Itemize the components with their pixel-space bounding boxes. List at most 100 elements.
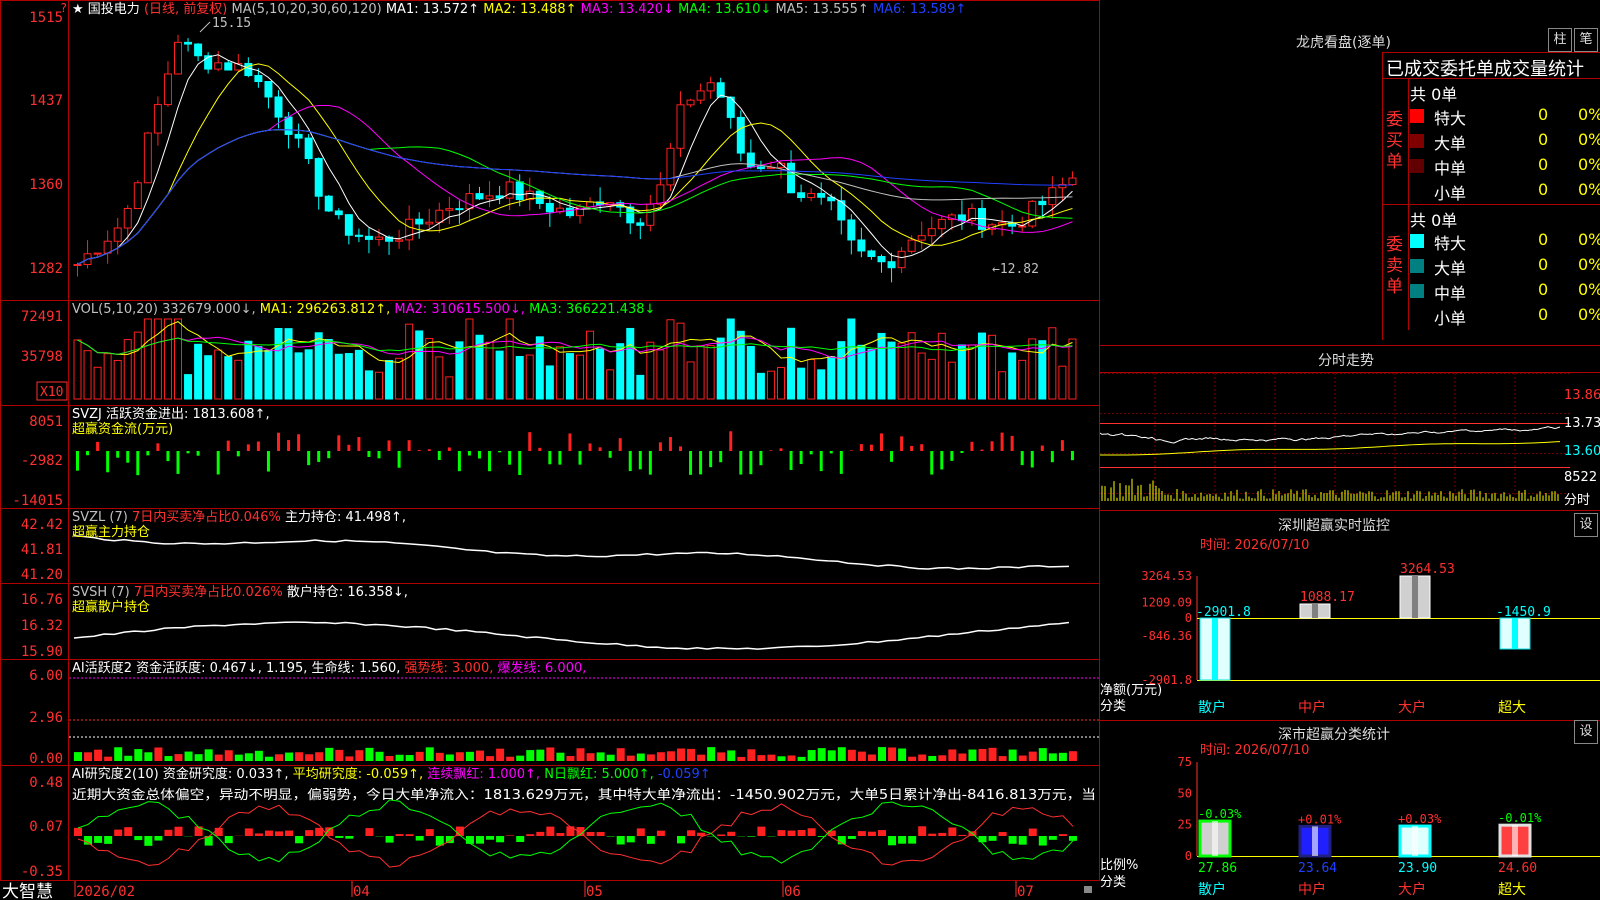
classify-pct: +0.01% <box>1298 812 1342 826</box>
research-bar <box>867 831 876 836</box>
volume-bar <box>837 341 846 400</box>
flow-bar <box>648 451 652 475</box>
order-pct: 0% <box>1578 280 1600 299</box>
flow-bar <box>357 437 361 451</box>
activity-bar <box>1058 752 1067 761</box>
order-pct: 0% <box>1578 105 1600 124</box>
flow-bar <box>719 451 723 463</box>
candle-body <box>304 137 313 160</box>
flow-bar <box>930 451 934 475</box>
flow-bar <box>327 451 331 459</box>
candle-body <box>807 192 816 199</box>
kline-chart-area[interactable]: 1515 1437 1360 1282 72491 35798 8051 -29… <box>0 0 1100 900</box>
research-bar <box>425 829 434 836</box>
flow-bar <box>397 451 401 468</box>
volume-bar <box>877 332 886 400</box>
ai2-header: AI研究度2(10) 资金研究度: 0.033↑, <box>72 766 289 782</box>
intraday-chart[interactable]: 13.86 13.73 13.60 8522 分时 <box>1100 373 1600 510</box>
flow-bar <box>739 451 743 475</box>
candle-body <box>857 239 866 252</box>
flow-bar <box>749 451 753 475</box>
volume-bar <box>204 355 213 400</box>
classify-value: 23.90 <box>1398 861 1437 876</box>
flow-bar <box>980 449 984 451</box>
y-tick: 0.48 <box>29 775 63 791</box>
candle-body <box>153 104 162 134</box>
activity-bar <box>445 754 454 761</box>
flow-bar <box>618 438 622 451</box>
activity-bar <box>315 752 324 761</box>
activity-bar <box>124 755 133 761</box>
volume-bar <box>555 346 564 400</box>
order-count: 0 <box>1538 155 1549 174</box>
volume-bar <box>455 341 464 400</box>
activity-bar <box>666 751 675 761</box>
stock-name: 国投电力 <box>88 1 140 17</box>
candle-body <box>686 99 695 106</box>
chart-mode[interactable]: (日线, 前复权) <box>144 1 227 17</box>
classify-value: 24.60 <box>1498 861 1537 876</box>
volume-bars <box>73 318 1077 400</box>
lock-icon[interactable] <box>1084 886 1092 893</box>
flow-bar <box>116 451 120 458</box>
activity-bar <box>656 752 665 761</box>
research-bar <box>335 836 344 838</box>
question-icon[interactable]: ? <box>60 1 67 15</box>
svsh-hold: 散户持仓: 16.358↓, <box>287 584 408 600</box>
flow-bar <box>427 449 431 451</box>
volume-bar <box>214 349 223 400</box>
candle-body <box>163 73 172 106</box>
classify-time: 时间: 2026/07/10 <box>1200 743 1309 758</box>
research-bar <box>1028 828 1037 836</box>
volume-bar <box>314 332 323 400</box>
y-tick: -0.35 <box>21 864 63 880</box>
y-tick: 0.07 <box>29 819 63 835</box>
flow-bar <box>196 451 200 456</box>
research-bar <box>978 836 987 843</box>
classify-y-tick: 25 <box>1178 818 1192 832</box>
y-tick: 42.42 <box>21 517 63 533</box>
research-bar <box>1018 836 1027 845</box>
volume-bar <box>726 318 735 400</box>
order-pct: 0% <box>1578 180 1600 199</box>
activity-bar <box>1038 748 1047 761</box>
candle-body <box>194 43 203 57</box>
order-row: 小单 0 0% <box>1410 305 1600 328</box>
candle-body <box>877 256 886 263</box>
candle-body <box>515 181 524 201</box>
flow-bar <box>769 450 773 451</box>
flow-bar <box>266 451 270 472</box>
activity-bar <box>687 748 696 761</box>
flow-bar <box>337 435 341 451</box>
svzl-ratio: 7日内买卖净占比0.046% <box>132 509 281 525</box>
research-bar <box>124 827 133 836</box>
volume-bar <box>354 349 363 400</box>
volume-bar <box>867 348 876 400</box>
activity-bar <box>1068 751 1077 761</box>
flow-bar <box>387 440 391 451</box>
volume-bar <box>445 376 454 400</box>
order-pct: 0% <box>1578 155 1600 174</box>
activity-bar <box>335 749 344 761</box>
volume-bar <box>565 353 574 400</box>
activity-bar <box>104 756 113 761</box>
monitor-bar-shade <box>1212 618 1218 680</box>
bar-view-button[interactable]: 柱 <box>1548 28 1572 52</box>
candle-body <box>696 90 705 101</box>
research-bar <box>365 828 374 836</box>
volume-bar <box>324 338 333 400</box>
flow-bar <box>216 451 220 475</box>
monitor-ylabel: 净额(万元) <box>1100 683 1162 698</box>
volume-bar <box>304 349 313 400</box>
volume-bar <box>83 350 92 400</box>
y-tick: 2.96 <box>29 710 63 726</box>
candle-body <box>907 239 916 252</box>
classify-settings-button[interactable]: 设 <box>1574 720 1598 744</box>
flow-bar <box>1000 432 1004 451</box>
flow-bar <box>588 443 592 451</box>
research-bar <box>988 836 997 841</box>
volume-bar <box>525 354 534 400</box>
candle-body <box>676 104 685 149</box>
tick-view-button[interactable]: 笔 <box>1574 28 1598 52</box>
activity-bar <box>345 756 354 761</box>
